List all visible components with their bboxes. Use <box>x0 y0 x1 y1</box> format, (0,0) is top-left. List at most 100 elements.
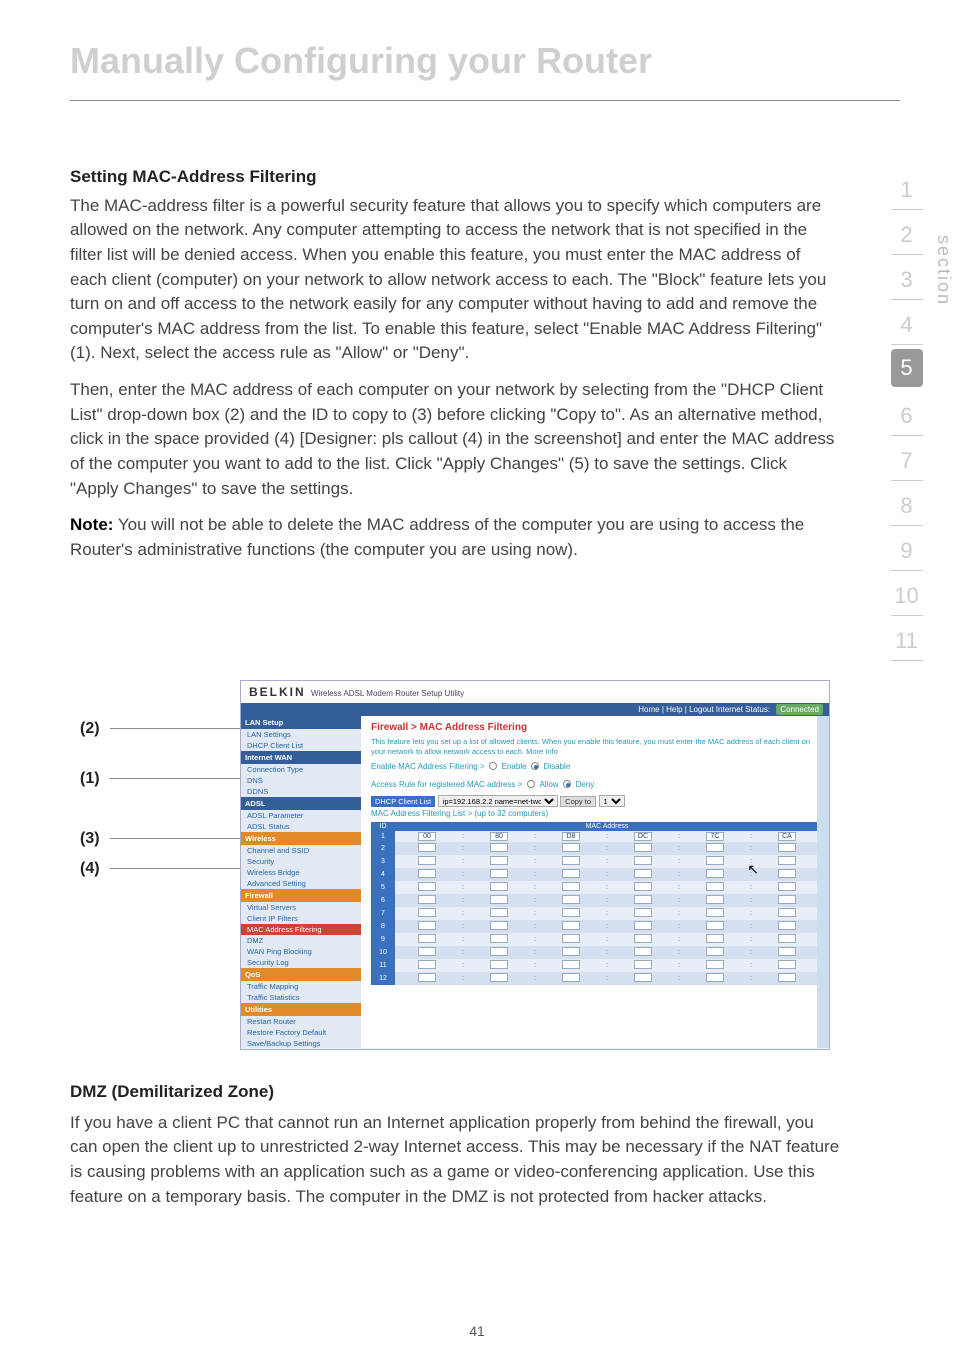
sidebar-item[interactable]: DDNS <box>241 786 361 797</box>
mac-cell[interactable] <box>539 881 603 894</box>
sidebar-item[interactable]: DNS <box>241 775 361 786</box>
sidebar-item[interactable]: Connection Type <box>241 764 361 775</box>
mac-cell[interactable] <box>611 907 675 920</box>
mac-cell[interactable] <box>683 894 747 907</box>
sidebar-item[interactable]: ADSL Parameter <box>241 810 361 821</box>
mac-cell[interactable] <box>683 907 747 920</box>
copy-to-select[interactable]: 1 <box>599 795 625 807</box>
sidebar-item[interactable]: LAN Settings <box>241 729 361 740</box>
topbar-links[interactable]: Home | Help | Logout Internet Status: <box>638 705 770 714</box>
mac-cell[interactable] <box>539 920 603 933</box>
mac-cell[interactable] <box>539 842 603 855</box>
mac-cell[interactable]: 00 <box>395 831 459 842</box>
dhcp-client-list-button[interactable]: DHCP Client List <box>371 796 435 807</box>
sidebar-item[interactable]: ADSL Status <box>241 821 361 832</box>
mac-cell[interactable]: 80 <box>467 831 531 842</box>
mac-cell[interactable] <box>611 894 675 907</box>
mac-cell[interactable] <box>755 933 819 946</box>
mac-cell[interactable] <box>467 959 531 972</box>
mac-cell[interactable] <box>395 868 459 881</box>
sidebar-item[interactable]: DHCP Client List <box>241 740 361 751</box>
mac-cell[interactable] <box>611 920 675 933</box>
enable-radio-enable[interactable] <box>489 762 497 770</box>
mac-cell[interactable] <box>539 907 603 920</box>
enable-radio-disable[interactable] <box>531 762 539 770</box>
mac-cell[interactable] <box>395 972 459 985</box>
copy-to-button[interactable]: Copy to <box>560 796 596 807</box>
mac-cell[interactable] <box>467 868 531 881</box>
dhcp-client-select[interactable]: ip=192.168.2.2 name=net-two <box>438 795 558 807</box>
mac-cell[interactable] <box>467 933 531 946</box>
mac-cell[interactable] <box>467 842 531 855</box>
mac-cell[interactable] <box>467 972 531 985</box>
mac-cell[interactable] <box>539 868 603 881</box>
sidebar-item[interactable]: Client IP Filters <box>241 913 361 924</box>
section-tab-10[interactable]: 10 <box>891 571 923 616</box>
mac-cell[interactable]: D8 <box>539 831 603 842</box>
mac-cell[interactable] <box>683 920 747 933</box>
mac-cell[interactable] <box>683 959 747 972</box>
mac-cell[interactable] <box>395 894 459 907</box>
mac-cell[interactable] <box>395 933 459 946</box>
mac-cell[interactable] <box>395 907 459 920</box>
mac-cell[interactable] <box>755 855 819 868</box>
mac-cell[interactable] <box>395 842 459 855</box>
mac-cell[interactable] <box>683 842 747 855</box>
sidebar-item[interactable]: Restart Router <box>241 1016 361 1027</box>
mac-cell[interactable] <box>611 881 675 894</box>
mac-cell[interactable] <box>467 907 531 920</box>
mac-cell[interactable] <box>611 959 675 972</box>
mac-cell[interactable] <box>539 933 603 946</box>
mac-cell[interactable] <box>755 881 819 894</box>
sidebar-item[interactable]: MAC Address Filtering <box>241 924 361 935</box>
mac-cell[interactable] <box>755 868 819 881</box>
mac-cell[interactable] <box>611 855 675 868</box>
mac-cell[interactable]: DC <box>611 831 675 842</box>
sidebar-item[interactable]: Security Log <box>241 957 361 968</box>
mac-cell[interactable] <box>755 972 819 985</box>
mac-cell[interactable] <box>683 855 747 868</box>
sidebar-item[interactable]: Channel and SSID <box>241 845 361 856</box>
mac-cell[interactable] <box>683 946 747 959</box>
mac-cell[interactable] <box>467 946 531 959</box>
mac-cell[interactable] <box>539 894 603 907</box>
sidebar-item[interactable]: Save/Backup Settings <box>241 1038 361 1048</box>
mac-cell[interactable] <box>539 946 603 959</box>
mac-cell[interactable] <box>611 946 675 959</box>
section-tab-11[interactable]: 11 <box>891 616 923 661</box>
sidebar-item[interactable]: Traffic Mapping <box>241 981 361 992</box>
mac-cell[interactable] <box>467 920 531 933</box>
sidebar-item[interactable]: Wireless Bridge <box>241 867 361 878</box>
mac-cell[interactable] <box>683 881 747 894</box>
mac-cell[interactable] <box>755 907 819 920</box>
section-tab-1[interactable]: 1 <box>891 165 923 210</box>
mac-cell[interactable] <box>467 855 531 868</box>
sidebar-item[interactable]: Security <box>241 856 361 867</box>
section-tab-7[interactable]: 7 <box>891 436 923 481</box>
section-tab-4[interactable]: 4 <box>891 300 923 345</box>
sidebar-item[interactable]: Restore Factory Default <box>241 1027 361 1038</box>
sidebar-item[interactable]: Advanced Setting <box>241 878 361 889</box>
mac-cell[interactable] <box>611 868 675 881</box>
access-radio-allow[interactable] <box>527 780 535 788</box>
scrollbar[interactable] <box>817 716 829 1048</box>
mac-cell[interactable] <box>683 868 747 881</box>
sidebar-item[interactable]: Traffic Statistics <box>241 992 361 1003</box>
section-tab-5[interactable]: 5 <box>891 349 923 387</box>
mac-cell[interactable] <box>611 972 675 985</box>
section-tab-8[interactable]: 8 <box>891 481 923 526</box>
mac-cell[interactable] <box>395 946 459 959</box>
mac-cell[interactable] <box>395 881 459 894</box>
mac-cell[interactable]: 7C <box>683 831 747 842</box>
access-radio-deny[interactable] <box>563 780 571 788</box>
mac-cell[interactable] <box>539 855 603 868</box>
sidebar-item[interactable]: Virtual Servers <box>241 902 361 913</box>
mac-cell[interactable] <box>755 920 819 933</box>
mac-cell[interactable] <box>539 959 603 972</box>
mac-cell[interactable]: CA <box>755 831 819 842</box>
mac-cell[interactable] <box>755 946 819 959</box>
mac-cell[interactable] <box>683 972 747 985</box>
mac-cell[interactable] <box>683 933 747 946</box>
mac-cell[interactable] <box>755 959 819 972</box>
section-tab-9[interactable]: 9 <box>891 526 923 571</box>
